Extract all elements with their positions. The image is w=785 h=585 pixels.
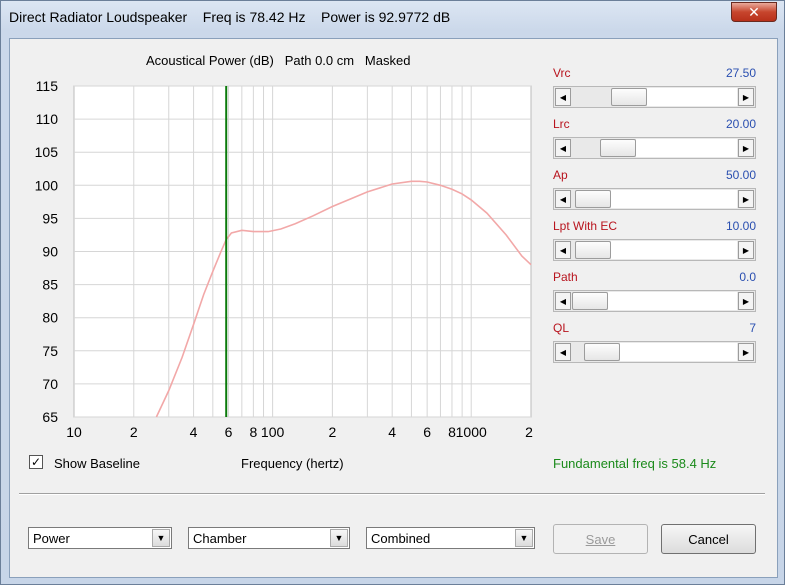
y-tick-label: 95 <box>42 210 58 226</box>
slider-label-path: Path <box>553 270 578 284</box>
slider-track[interactable] <box>619 343 737 361</box>
slider-thumb[interactable] <box>574 241 611 259</box>
slider-thumb[interactable] <box>583 343 620 361</box>
cancel-button[interactable]: Cancel <box>661 524 756 554</box>
y-tick-label: 75 <box>42 343 58 359</box>
show-baseline-checkbox[interactable]: ✓ <box>29 455 43 469</box>
slider-scrollbar[interactable]: ◀ ▶ <box>553 137 756 159</box>
slider-scrollbar[interactable]: ◀ ▶ <box>553 86 756 108</box>
x-tick-label: 8 <box>249 424 257 440</box>
environment-dropdown-value: Chamber <box>193 531 247 546</box>
x-axis-ticks: 10 2 4 6 8 100 2 4 6 8 1000 2 <box>66 424 533 440</box>
chevron-left-icon[interactable]: ◀ <box>555 343 571 361</box>
y-tick-label: 90 <box>42 244 58 260</box>
chevron-left-icon[interactable]: ◀ <box>555 88 571 106</box>
slider-value: 7 <box>749 321 756 335</box>
slider-label-ql: QL <box>553 321 570 335</box>
chevron-left-icon[interactable]: ◀ <box>555 292 571 310</box>
chevron-right-icon[interactable]: ▶ <box>738 292 754 310</box>
x-tick-label: 2 <box>130 424 138 440</box>
slider-track[interactable] <box>636 139 737 157</box>
slider-value: 20.00 <box>725 117 756 131</box>
slider-label-lpt-with-ec: Lpt With EC <box>553 219 618 233</box>
mode-dropdown[interactable]: Combined ▼ <box>366 527 535 549</box>
checkmark-icon: ✓ <box>30 455 42 469</box>
chevron-right-icon[interactable]: ▶ <box>738 190 754 208</box>
x-tick-label: 10 <box>66 424 82 440</box>
chevron-down-icon[interactable]: ▼ <box>152 529 170 547</box>
x-axis-label: Frequency (hertz) <box>241 456 344 471</box>
cancel-button-label: Cancel <box>688 531 729 547</box>
x-tick-label: 2 <box>525 424 533 440</box>
y-tick-label: 80 <box>42 310 58 326</box>
x-tick-label: 4 <box>388 424 396 440</box>
save-button-label: Save <box>585 531 616 547</box>
y-tick-label: 105 <box>35 144 59 160</box>
y-tick-label: 115 <box>36 78 59 94</box>
x-tick-label: 6 <box>423 424 431 440</box>
slider-scrollbar[interactable]: ◀ ▶ <box>553 188 756 210</box>
y-tick-label: 110 <box>36 111 59 127</box>
chevron-right-icon[interactable]: ▶ <box>738 343 754 361</box>
x-tick-label: 1000 <box>456 424 487 440</box>
chevron-left-icon[interactable]: ◀ <box>555 139 571 157</box>
x-tick-label: 100 <box>261 424 285 440</box>
save-button[interactable]: Save <box>553 524 648 554</box>
divider <box>19 493 765 495</box>
slider-label-ap: Ap <box>553 168 568 182</box>
slider-value: 10.00 <box>725 219 756 233</box>
chevron-right-icon[interactable]: ▶ <box>738 139 754 157</box>
slider-track[interactable] <box>610 190 737 208</box>
slider-thumb[interactable] <box>574 190 611 208</box>
slider-label-lrc: Lrc <box>553 117 570 131</box>
chevron-left-icon[interactable]: ◀ <box>555 190 571 208</box>
y-tick-label: 100 <box>35 177 59 193</box>
slider-thumb[interactable] <box>610 88 647 106</box>
y-axis-ticks: 65 70 75 80 85 90 95 100 105 110 115 <box>35 78 59 425</box>
slider-value: 50.00 <box>725 168 756 182</box>
slider-label-vrc: Vrc <box>553 66 571 80</box>
y-tick-label: 70 <box>42 376 58 392</box>
y-tick-label: 85 <box>42 277 58 293</box>
x-tick-label: 4 <box>190 424 198 440</box>
slider-track[interactable] <box>610 241 737 259</box>
x-tick-label: 2 <box>328 424 336 440</box>
y-tick-label: 65 <box>42 409 58 425</box>
chevron-left-icon[interactable]: ◀ <box>555 241 571 259</box>
slider-thumb[interactable] <box>572 292 608 310</box>
chevron-down-icon[interactable]: ▼ <box>330 529 348 547</box>
fundamental-frequency-text: Fundamental freq is 58.4 Hz <box>553 456 717 471</box>
measure-dropdown-value: Power <box>33 531 70 546</box>
chevron-right-icon[interactable]: ▶ <box>738 241 754 259</box>
environment-dropdown[interactable]: Chamber ▼ <box>188 527 350 549</box>
slider-scrollbar[interactable]: ◀ ▶ <box>553 290 756 312</box>
x-tick-label: 6 <box>225 424 233 440</box>
slider-scrollbar[interactable]: ◀ ▶ <box>553 239 756 261</box>
mode-dropdown-value: Combined <box>371 531 431 546</box>
slider-value: 0.0 <box>739 270 756 284</box>
measure-dropdown[interactable]: Power ▼ <box>28 527 172 549</box>
slider-thumb[interactable] <box>600 139 637 157</box>
slider-scrollbar[interactable]: ◀ ▶ <box>553 341 756 363</box>
chevron-down-icon[interactable]: ▼ <box>515 529 533 547</box>
chevron-right-icon[interactable]: ▶ <box>738 88 754 106</box>
slider-track[interactable] <box>608 292 737 310</box>
slider-value: 27.50 <box>725 66 756 80</box>
slider-track[interactable] <box>646 88 737 106</box>
show-baseline-label[interactable]: Show Baseline <box>54 456 140 471</box>
